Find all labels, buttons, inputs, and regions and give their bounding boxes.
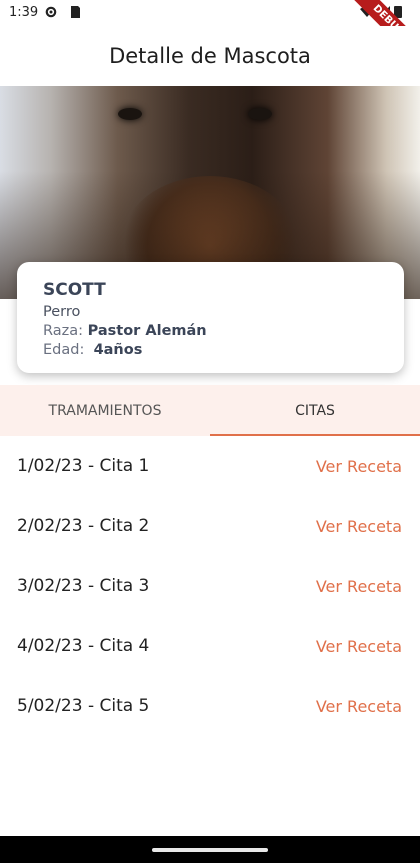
- ver-receta-link[interactable]: Ver Receta: [316, 697, 402, 716]
- gear-icon: [45, 6, 57, 18]
- sd-card-icon: [71, 6, 80, 18]
- list-item: 4/02/23 - Cita 4 Ver Receta: [0, 616, 420, 676]
- appointment-list: 1/02/23 - Cita 1 Ver Receta 2/02/23 - Ci…: [0, 436, 420, 736]
- age-label: Edad:: [43, 342, 85, 358]
- tab-tratamientos[interactable]: TRAMAMIENTOS: [0, 385, 210, 436]
- list-item: 2/02/23 - Cita 2 Ver Receta: [0, 496, 420, 556]
- tab-bar: TRAMAMIENTOS CITAS: [0, 385, 420, 436]
- list-item: 5/02/23 - Cita 5 Ver Receta: [0, 676, 420, 736]
- appointment-text: 4/02/23 - Cita 4: [17, 636, 150, 656]
- pet-age-row: Edad: 4años: [43, 342, 378, 358]
- app-bar: Detalle de Mascota: [0, 26, 420, 86]
- pet-info-card: SCOTT Perro Raza: Pastor Alemán Edad: 4a…: [17, 262, 404, 373]
- appointment-text: 3/02/23 - Cita 3: [17, 576, 150, 596]
- page-title: Detalle de Mascota: [109, 44, 311, 68]
- list-item: 1/02/23 - Cita 1 Ver Receta: [0, 436, 420, 496]
- system-nav-bar: [0, 836, 420, 863]
- pet-species: Perro: [43, 304, 81, 320]
- photo-eye-left: [118, 108, 142, 120]
- list-item: 3/02/23 - Cita 3 Ver Receta: [0, 556, 420, 616]
- ver-receta-link[interactable]: Ver Receta: [316, 517, 402, 536]
- breed-value: Pastor Alemán: [87, 323, 207, 339]
- appointment-text: 2/02/23 - Cita 2: [17, 516, 150, 536]
- photo-eye-right: [248, 108, 272, 120]
- pet-breed-row: Raza: Pastor Alemán: [43, 323, 378, 339]
- breed-label: Raza:: [43, 323, 84, 339]
- ver-receta-link[interactable]: Ver Receta: [316, 577, 402, 596]
- appointment-text: 1/02/23 - Cita 1: [17, 456, 150, 476]
- age-value: 4años: [93, 342, 143, 358]
- appointment-text: 5/02/23 - Cita 5: [17, 696, 150, 716]
- status-bar: 1:39 DEBUG: [0, 0, 420, 70]
- ver-receta-link[interactable]: Ver Receta: [316, 637, 402, 656]
- ver-receta-link[interactable]: Ver Receta: [316, 457, 402, 476]
- home-indicator[interactable]: [152, 848, 268, 852]
- pet-name: SCOTT: [43, 280, 106, 300]
- tab-citas[interactable]: CITAS: [210, 385, 420, 436]
- status-time: 1:39: [9, 5, 39, 20]
